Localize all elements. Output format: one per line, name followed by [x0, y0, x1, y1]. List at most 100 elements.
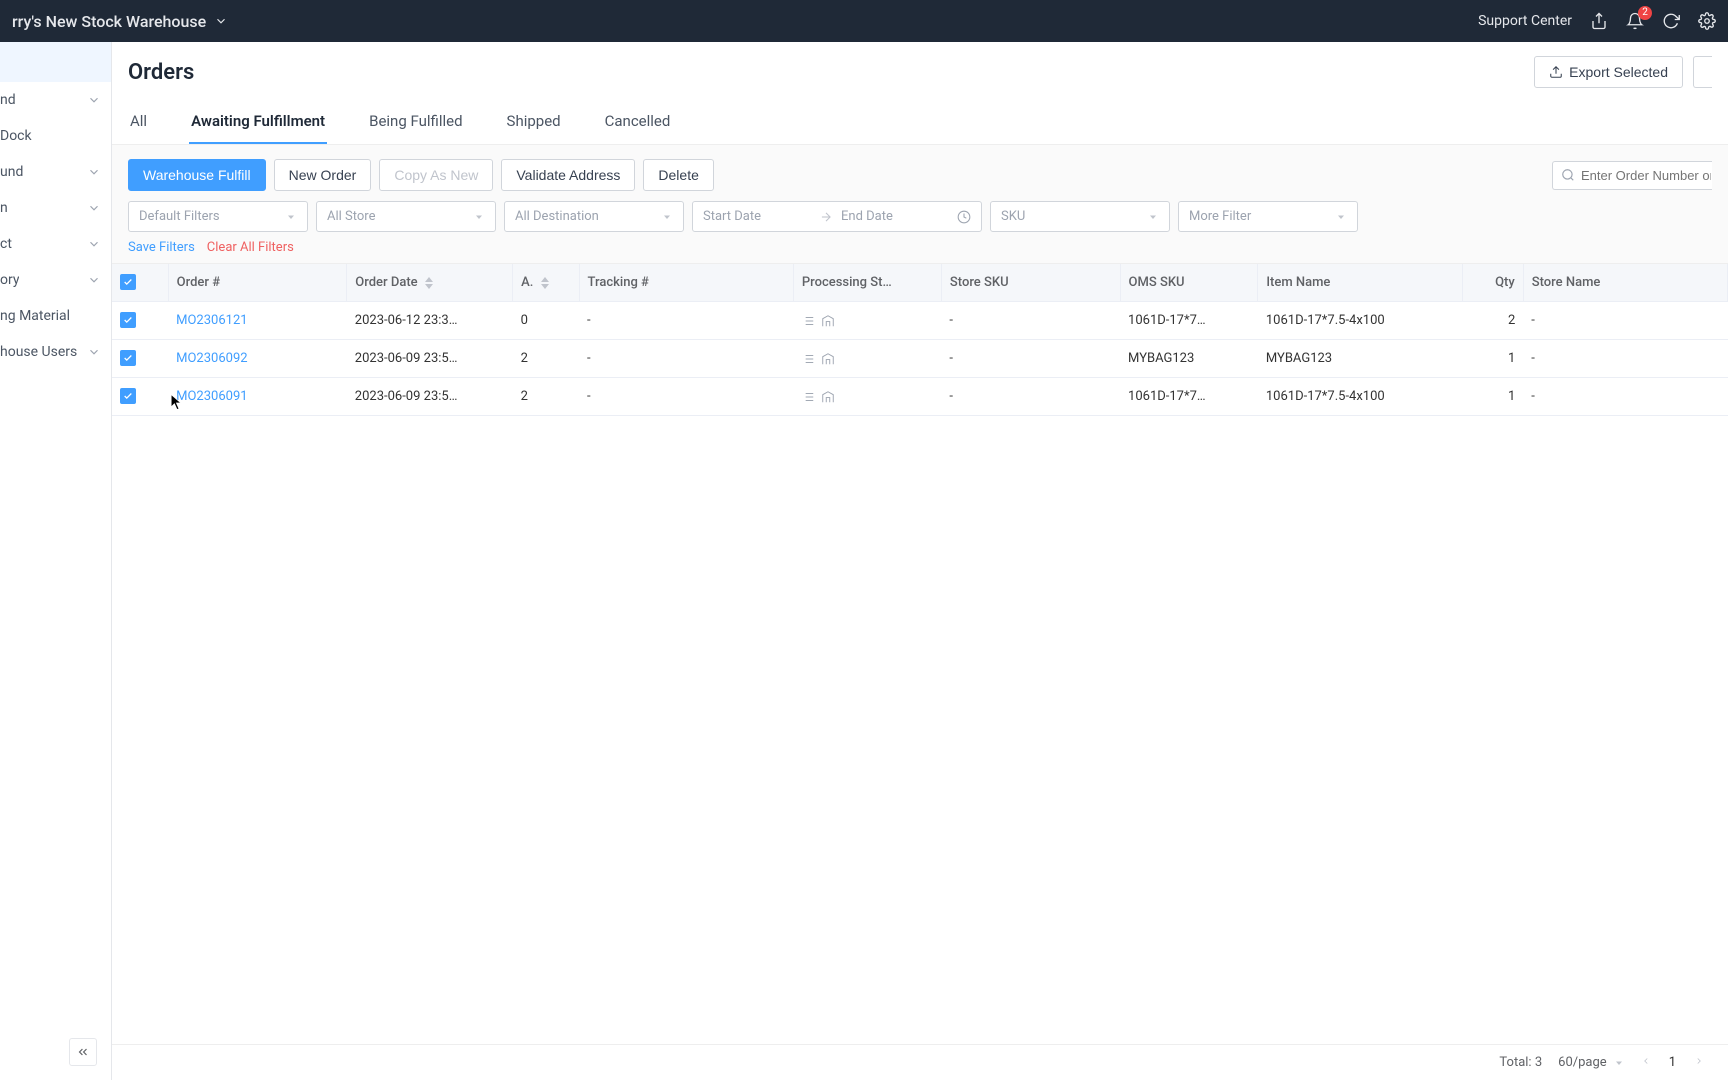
chevron-down-icon: [87, 273, 101, 287]
notification-icon[interactable]: 2: [1626, 12, 1644, 30]
search-input-wrap[interactable]: [1552, 161, 1712, 190]
caret-down-icon: [1147, 211, 1159, 223]
export-selected-button[interactable]: Export Selected: [1534, 56, 1683, 88]
clear-all-filters-link[interactable]: Clear All Filters: [207, 240, 294, 255]
date-range-picker[interactable]: Start Date End Date: [692, 201, 982, 232]
col-qty[interactable]: Qty: [1462, 264, 1523, 302]
col-order-date[interactable]: Order Date: [347, 264, 513, 302]
table-row[interactable]: MO23061212023-06-12 23:3…0--1061D-17*7…1…: [112, 302, 1728, 340]
chevron-down-icon: [87, 93, 101, 107]
cell-qty: 2: [1462, 302, 1523, 340]
warehouse-switcher[interactable]: rry's New Stock Warehouse: [12, 12, 228, 31]
col-item-name[interactable]: Item Name: [1258, 264, 1462, 302]
sidebar-item-2[interactable]: Dock: [0, 118, 111, 154]
page-size-select[interactable]: 60/page: [1558, 1055, 1625, 1070]
warehouse-name: rry's New Stock Warehouse: [12, 12, 206, 31]
tab-shipped[interactable]: Shipped: [505, 102, 563, 144]
row-checkbox[interactable]: [120, 312, 136, 328]
cell-processing: [793, 378, 941, 416]
cell-processing: [793, 302, 941, 340]
sidebar-item-1[interactable]: nd: [0, 82, 111, 118]
search-input[interactable]: [1581, 168, 1711, 183]
sidebar-item-4[interactable]: n: [0, 190, 111, 226]
cell-store-sku: -: [941, 340, 1120, 378]
header-extra-button[interactable]: [1693, 56, 1712, 88]
tab-awaiting-fulfillment[interactable]: Awaiting Fulfillment: [189, 102, 327, 144]
sidebar-item-7[interactable]: ng Material: [0, 298, 111, 334]
cell-order-date: 2023-06-09 23:5…: [347, 340, 513, 378]
prev-page-button[interactable]: [1641, 1055, 1651, 1070]
caret-down-icon: [661, 211, 673, 223]
save-filters-link[interactable]: Save Filters: [128, 240, 195, 255]
orders-table: Order # Order Date A. Tracking # Process…: [112, 264, 1728, 416]
store-select[interactable]: All Store: [316, 201, 496, 232]
order-link[interactable]: MO2306092: [176, 351, 247, 366]
col-tracking[interactable]: Tracking #: [579, 264, 793, 302]
tab-being-fulfilled[interactable]: Being Fulfilled: [367, 102, 464, 144]
cell-item-name: MYBAG123: [1258, 340, 1462, 378]
warehouse-fulfill-button[interactable]: Warehouse Fulfill: [128, 159, 266, 191]
sidebar-item-label: ct: [0, 236, 12, 252]
validate-address-button[interactable]: Validate Address: [501, 159, 635, 191]
sku-select[interactable]: SKU: [990, 201, 1170, 232]
refresh-icon[interactable]: [1662, 12, 1680, 30]
table-row[interactable]: MO23060912023-06-09 23:5…2--1061D-17*7…1…: [112, 378, 1728, 416]
col-processing[interactable]: Processing St…: [793, 264, 941, 302]
col-order-no[interactable]: Order #: [168, 264, 347, 302]
cell-processing: [793, 340, 941, 378]
order-link[interactable]: MO2306091: [176, 389, 247, 404]
cell-oms-sku: 1061D-17*7…: [1120, 302, 1258, 340]
table-row[interactable]: MO23060922023-06-09 23:5…2--MYBAG123MYBA…: [112, 340, 1728, 378]
default-filters-select[interactable]: Default Filters: [128, 201, 308, 232]
cell-a: 2: [513, 340, 579, 378]
page-header: Orders Export Selected: [112, 42, 1728, 102]
cell-a: 2: [513, 378, 579, 416]
export-icon: [1549, 65, 1563, 79]
order-link[interactable]: MO2306121: [176, 313, 247, 328]
cell-tracking: -: [579, 378, 793, 416]
cell-store-name: -: [1523, 302, 1727, 340]
sidebar-item-8[interactable]: house Users: [0, 334, 111, 370]
caret-down-icon: [1613, 1057, 1625, 1069]
caret-down-icon: [473, 211, 485, 223]
share-icon[interactable]: [1590, 12, 1608, 30]
col-checkbox[interactable]: [112, 264, 168, 302]
sidebar-item-3[interactable]: und: [0, 154, 111, 190]
chevron-down-icon: [87, 201, 101, 215]
sidebar-item-label: n: [0, 200, 8, 216]
caret-down-icon: [285, 211, 297, 223]
cell-qty: 1: [1462, 378, 1523, 416]
col-store-name[interactable]: Store Name: [1523, 264, 1727, 302]
col-store-sku[interactable]: Store SKU: [941, 264, 1120, 302]
more-filter-select[interactable]: More Filter: [1178, 201, 1358, 232]
warehouse-icon: [821, 352, 835, 366]
cell-oms-sku: 1061D-17*7…: [1120, 378, 1258, 416]
sidebar-item-0[interactable]: [0, 42, 111, 82]
tab-all[interactable]: All: [128, 102, 149, 144]
sidebar-item-6[interactable]: ory: [0, 262, 111, 298]
sidebar-item-5[interactable]: ct: [0, 226, 111, 262]
cell-store-sku: -: [941, 378, 1120, 416]
clock-icon: [957, 210, 971, 224]
sidebar-collapse-button[interactable]: [69, 1038, 97, 1066]
copy-as-new-button[interactable]: Copy As New: [379, 159, 493, 191]
next-page-button[interactable]: [1694, 1055, 1704, 1070]
support-center-link[interactable]: Support Center: [1478, 13, 1572, 29]
col-oms-sku[interactable]: OMS SKU: [1120, 264, 1258, 302]
settings-icon[interactable]: [1698, 12, 1716, 30]
cell-item-name: 1061D-17*7.5-4x100: [1258, 378, 1462, 416]
cell-store-name: -: [1523, 340, 1727, 378]
destination-select[interactable]: All Destination: [504, 201, 684, 232]
row-checkbox[interactable]: [120, 350, 136, 366]
col-a[interactable]: A.: [513, 264, 579, 302]
checkbox-all[interactable]: [120, 274, 136, 290]
new-order-button[interactable]: New Order: [274, 159, 372, 191]
row-checkbox[interactable]: [120, 388, 136, 404]
sidebar-item-label: nd: [0, 92, 16, 108]
cell-store-sku: -: [941, 302, 1120, 340]
tab-cancelled[interactable]: Cancelled: [603, 102, 673, 144]
cell-order-date: 2023-06-09 23:5…: [347, 378, 513, 416]
warehouse-icon: [821, 314, 835, 328]
delete-button[interactable]: Delete: [643, 159, 713, 191]
sort-icon: [425, 277, 433, 289]
